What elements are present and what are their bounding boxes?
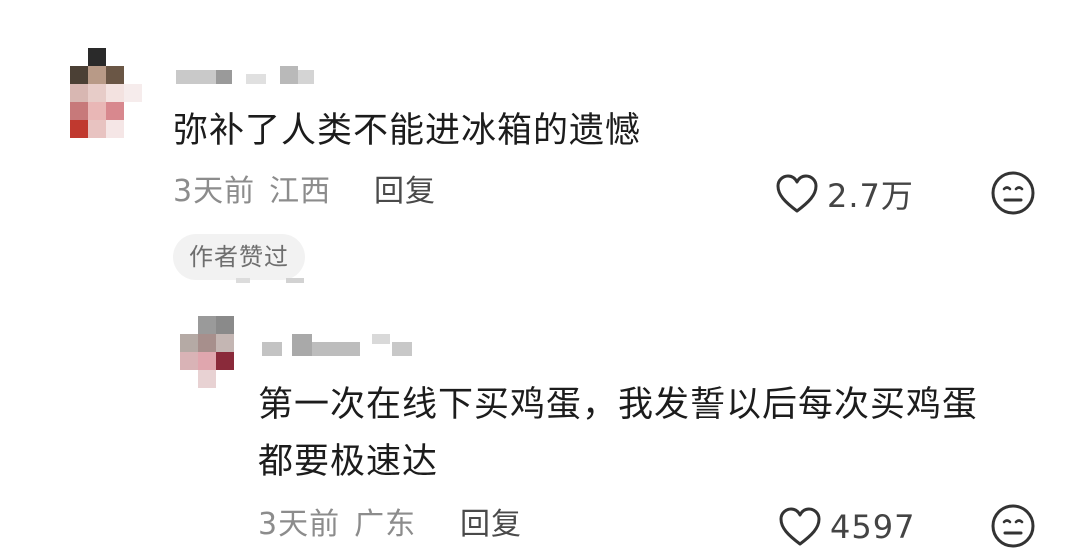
comment-location: 江西 [269, 174, 332, 209]
heart-outline-icon [775, 173, 819, 215]
like-button[interactable]: 4597 [778, 503, 915, 551]
comment-time: 3天前 [173, 174, 256, 209]
comment-meta: 3天前 江西 [173, 172, 331, 212]
reply-text-line-1: 第一次在线下买鸡蛋，我发誓以后每次买鸡蛋 [258, 385, 979, 425]
avatar[interactable] [180, 316, 252, 388]
reply-button[interactable]: 回复 [460, 505, 522, 545]
reply-button[interactable]: 回复 [374, 172, 436, 212]
blur-artifact [286, 278, 304, 283]
meh-face-icon [990, 171, 1036, 220]
heart-outline-icon [778, 506, 822, 548]
avatar[interactable] [70, 48, 142, 138]
like-count: 4597 [830, 508, 916, 546]
username[interactable] [262, 334, 422, 356]
comment-text: 弥补了人类不能进冰箱的遗憾 [173, 111, 642, 151]
reply-location: 广东 [354, 507, 417, 542]
dislike-button[interactable] [990, 170, 1036, 216]
reply-meta: 3天前 广东 [258, 505, 416, 545]
blur-artifact [236, 278, 250, 283]
username[interactable] [176, 64, 326, 86]
meh-face-icon [990, 504, 1036, 553]
author-liked-badge: 作者赞过 [173, 234, 305, 280]
like-button[interactable]: 2.7万 [775, 170, 914, 218]
dislike-button[interactable] [990, 503, 1036, 549]
like-count: 2.7万 [827, 177, 914, 215]
reply-time: 3天前 [258, 507, 341, 542]
reply-text-line-2: 都要极速达 [258, 442, 439, 482]
